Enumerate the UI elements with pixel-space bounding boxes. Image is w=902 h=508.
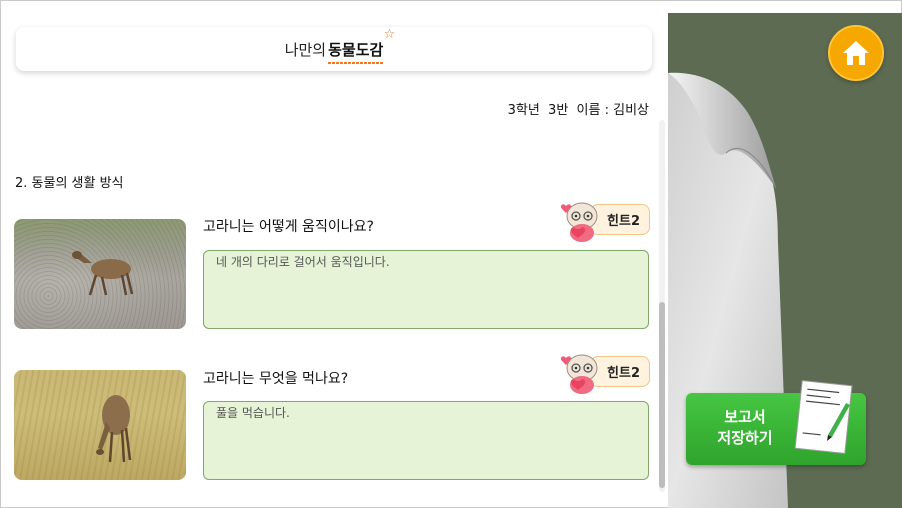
home-icon xyxy=(843,41,869,65)
student-info: 3학년 3반 이름 : 김비상 xyxy=(507,103,649,118)
scrollbar-thumb[interactable] xyxy=(659,302,665,488)
deer-walking-photo xyxy=(14,219,186,329)
answer-input[interactable] xyxy=(203,250,649,329)
hint-button[interactable]: 힌트2 xyxy=(560,200,650,242)
save-label-line2: 저장하기 xyxy=(717,429,773,447)
page-title-card: 나만의 동물도감 ☆ xyxy=(16,27,652,71)
save-label-line1: 보고서 xyxy=(724,408,766,426)
deer-grazing-photo xyxy=(14,370,186,480)
hint-button[interactable]: 힌트2 xyxy=(560,352,650,394)
title-prefix: 나만의 xyxy=(284,40,327,59)
save-report-button[interactable]: 보고서 저장하기 xyxy=(686,380,866,465)
mascot-hint-icon xyxy=(560,354,598,394)
scrollbar[interactable] xyxy=(659,120,665,492)
question-text: 고라니는 무엇을 먹나요? xyxy=(203,371,349,387)
title-emphasis-text: 동물도감 xyxy=(328,40,384,59)
mascot-hint-icon xyxy=(560,202,598,242)
answer-input[interactable] xyxy=(203,401,649,480)
section-title: 2. 동물의 생활 방식 xyxy=(15,176,124,191)
question-text: 고라니는 어떻게 움직이나요? xyxy=(203,219,374,235)
home-button[interactable] xyxy=(828,25,884,81)
title-emphasis: 동물도감 ☆ xyxy=(328,27,395,64)
document-pen-icon xyxy=(794,380,853,455)
star-icon: ☆ xyxy=(383,26,396,42)
save-report-label: 보고서 저장하기 xyxy=(704,407,786,449)
